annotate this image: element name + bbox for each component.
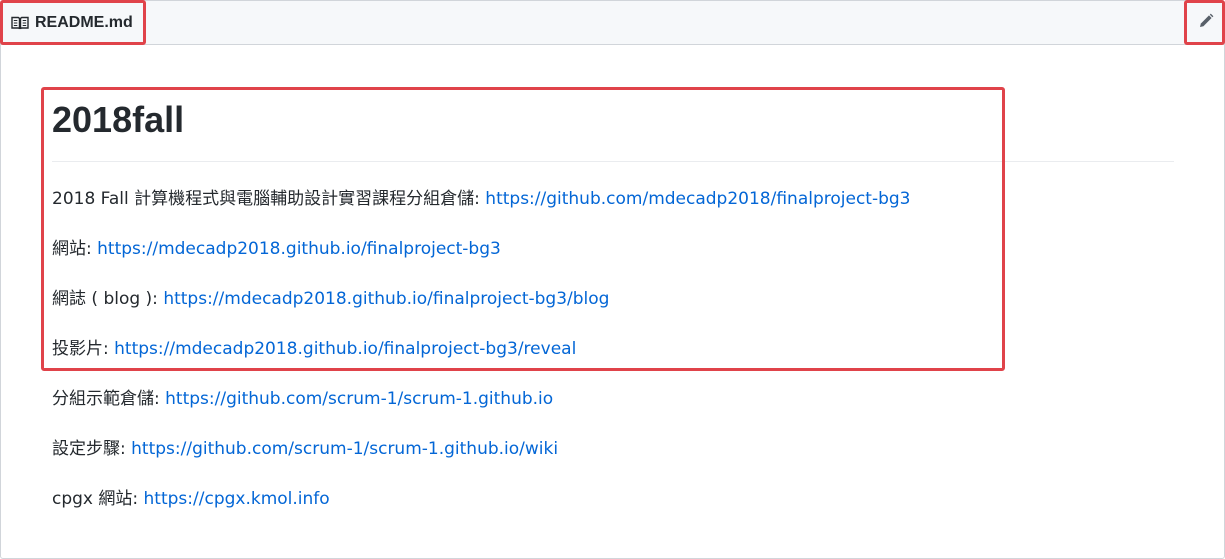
paragraph-label: cpgx 網站: bbox=[52, 489, 144, 509]
paragraph-label: 網誌 ( blog ): bbox=[52, 289, 164, 309]
readme-container: README.md 2018fall 2018 Fall 計算機程式與電腦輔助設… bbox=[0, 0, 1225, 559]
file-title: README.md bbox=[11, 12, 133, 34]
paragraph-label: 設定步驟: bbox=[52, 439, 132, 459]
readme-paragraph: 設定步驟: https://github.com/scrum-1/scrum-1… bbox=[52, 436, 1174, 486]
book-icon bbox=[11, 15, 29, 31]
readme-paragraph: cpgx 網站: https://cpgx.kmol.info bbox=[52, 486, 1174, 536]
paragraph-link[interactable]: https://mdecadp2018.github.io/finalproje… bbox=[97, 239, 501, 259]
paragraph-link[interactable]: https://github.com/scrum-1/scrum-1.githu… bbox=[165, 389, 553, 409]
readme-article: 2018fall 2018 Fall 計算機程式與電腦輔助設計實習課程分組倉儲:… bbox=[52, 93, 1174, 536]
page-title: 2018fall bbox=[52, 93, 1174, 162]
readme-header: README.md bbox=[1, 1, 1224, 45]
paragraph-link[interactable]: https://mdecadp2018.github.io/finalproje… bbox=[163, 289, 609, 309]
readme-paragraph: 投影片: https://mdecadp2018.github.io/final… bbox=[52, 336, 1174, 386]
readme-paragraph: 2018 Fall 計算機程式與電腦輔助設計實習課程分組倉儲: https://… bbox=[52, 186, 1174, 236]
paragraph-link[interactable]: https://github.com/scrum-1/scrum-1.githu… bbox=[131, 439, 558, 459]
paragraph-label: 2018 Fall 計算機程式與電腦輔助設計實習課程分組倉儲: bbox=[52, 189, 486, 209]
paragraph-link[interactable]: https://mdecadp2018.github.io/finalproje… bbox=[114, 339, 576, 359]
paragraph-label: 投影片: bbox=[52, 339, 115, 359]
readme-paragraph: 網站: https://mdecadp2018.github.io/finalp… bbox=[52, 236, 1174, 286]
paragraph-link[interactable]: https://github.com/mdecadp2018/finalproj… bbox=[485, 189, 910, 209]
readme-paragraph: 網誌 ( blog ): https://mdecadp2018.github.… bbox=[52, 286, 1174, 336]
paragraph-label: 分組示範倉儲: bbox=[52, 389, 166, 409]
file-name[interactable]: README.md bbox=[35, 14, 133, 32]
paragraph-link[interactable]: https://cpgx.kmol.info bbox=[144, 489, 330, 509]
paragraph-label: 網站: bbox=[52, 239, 98, 259]
readme-paragraph: 分組示範倉儲: https://github.com/scrum-1/scrum… bbox=[52, 386, 1174, 436]
pencil-icon bbox=[1198, 13, 1214, 33]
edit-file-button[interactable] bbox=[1196, 13, 1216, 33]
